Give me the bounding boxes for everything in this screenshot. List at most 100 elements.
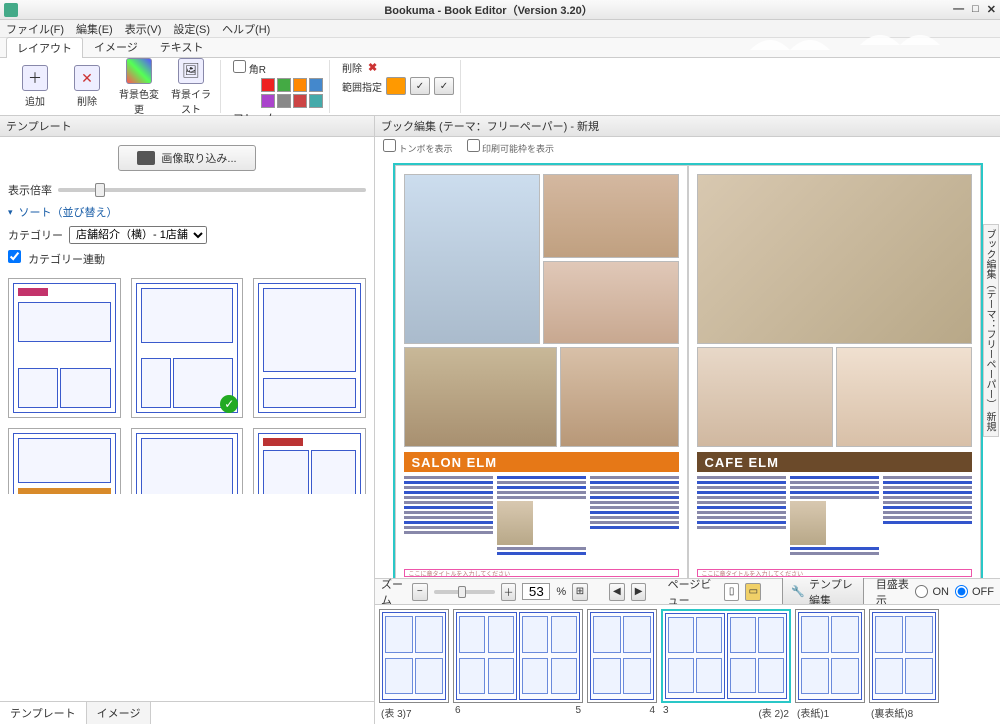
- corner-r-checkbox[interactable]: [233, 60, 246, 73]
- add-button[interactable]: ＋ 追加: [12, 65, 58, 108]
- canvas[interactable]: SALON ELM ここに章: [375, 157, 1000, 578]
- window-title: Bookuma - Book Editor（Version 3.20）: [24, 2, 953, 18]
- swatch[interactable]: [293, 78, 307, 92]
- template-thumb[interactable]: [253, 428, 366, 494]
- filmstrip-item[interactable]: (裏表紙)8: [869, 609, 939, 720]
- photo-placeholder[interactable]: [543, 261, 679, 345]
- delete-icon: ✕: [74, 65, 100, 91]
- swatch[interactable]: [309, 78, 323, 92]
- vertical-tab[interactable]: ブック編集（テーマ：フリーペーパー） 新規: [983, 224, 999, 437]
- page-title-right[interactable]: CAFE ELM: [697, 452, 972, 472]
- photo-placeholder[interactable]: [697, 347, 833, 447]
- bgillust-icon: 🖼: [178, 58, 204, 84]
- page-title-left[interactable]: SALON ELM: [404, 452, 679, 472]
- pageview-spread-button[interactable]: ▭: [745, 583, 761, 601]
- template-thumb[interactable]: [253, 278, 366, 418]
- chevron-down-icon: ▾: [8, 207, 13, 218]
- left-tab-template[interactable]: テンプレート: [0, 702, 87, 724]
- filmstrip-item[interactable]: (表 3)7: [379, 609, 449, 720]
- ribbon-tab-layout[interactable]: レイアウト: [6, 37, 83, 58]
- category-sync-checkbox[interactable]: カテゴリー連動: [8, 250, 105, 267]
- delete-range-icon[interactable]: ✖: [368, 61, 377, 74]
- swatch[interactable]: [277, 94, 291, 108]
- bgcolor-button[interactable]: 背景色変更: [116, 58, 162, 116]
- filmstrip-item[interactable]: 65: [453, 609, 583, 720]
- menu-file[interactable]: ファイル(F): [6, 21, 64, 37]
- swatch[interactable]: [261, 78, 275, 92]
- ribbon-tab-text[interactable]: テキスト: [149, 36, 215, 57]
- template-grid: ✓: [0, 270, 374, 494]
- photo-placeholder[interactable]: [404, 174, 540, 344]
- close-button[interactable]: ✕: [987, 3, 996, 16]
- filmstrip-label: 3(表 2)2: [661, 705, 791, 720]
- range-btn-2[interactable]: ✓: [410, 77, 430, 95]
- filmstrip-item[interactable]: 4: [587, 609, 657, 720]
- photo-placeholder[interactable]: [836, 347, 972, 447]
- add-icon: ＋: [22, 65, 48, 91]
- template-thumb[interactable]: [8, 278, 121, 418]
- grid-label: 目盛表示: [876, 576, 910, 608]
- template-thumb[interactable]: [131, 428, 244, 494]
- photo-placeholder[interactable]: [697, 174, 972, 344]
- prev-page-button[interactable]: ◀: [609, 583, 625, 601]
- text-column[interactable]: [497, 476, 586, 557]
- template-thumb[interactable]: [8, 428, 121, 494]
- range-btn-1[interactable]: [386, 77, 406, 95]
- photo-placeholder[interactable]: [497, 501, 533, 545]
- swatch[interactable]: [293, 94, 307, 108]
- filmstrip-item[interactable]: (表紙)1: [795, 609, 865, 720]
- text-column[interactable]: [404, 476, 493, 557]
- wrench-icon: 🔧: [791, 585, 805, 598]
- page-left[interactable]: SALON ELM ここに章: [395, 165, 688, 578]
- filmstrip: (表 3)7654 3(表 2)2 (表紙)1(裏表紙)8: [375, 604, 1000, 724]
- bgillust-button[interactable]: 🖼 背景イラスト: [168, 58, 214, 116]
- pageview-single-button[interactable]: ▯: [724, 583, 740, 601]
- text-column[interactable]: [790, 476, 879, 557]
- zoom-slider[interactable]: [434, 590, 495, 594]
- fit-button[interactable]: ⊞: [572, 583, 588, 601]
- filmstrip-item[interactable]: 3(表 2)2: [661, 609, 791, 720]
- maximize-button[interactable]: □: [972, 3, 979, 16]
- left-tab-image[interactable]: イメージ: [87, 702, 152, 724]
- sort-toggle[interactable]: ▾ ソート（並び替え）: [0, 201, 374, 223]
- chapter-title-input[interactable]: ここに章タイトルを入力してください: [404, 569, 679, 577]
- chapter-title-input[interactable]: ここに章タイトルを入力してください: [697, 569, 972, 577]
- ribbon: ＋ 追加 ✕ 削除 背景色変更 🖼 背景イラスト 角R: [0, 58, 1000, 116]
- menu-settings[interactable]: 設定(S): [173, 21, 210, 37]
- grid-off-radio[interactable]: OFF: [955, 585, 994, 598]
- zoom-out-button[interactable]: −: [412, 583, 428, 601]
- import-images-button[interactable]: 画像取り込み...: [118, 145, 255, 171]
- delete-button[interactable]: ✕ 削除: [64, 65, 110, 108]
- photo-placeholder[interactable]: [404, 347, 557, 447]
- menu-edit[interactable]: 編集(E): [76, 21, 113, 37]
- template-zoom-slider[interactable]: [58, 188, 366, 192]
- photo-placeholder[interactable]: [790, 501, 826, 545]
- zoom-in-button[interactable]: ＋: [501, 583, 517, 601]
- swatch[interactable]: [261, 94, 275, 108]
- swatch[interactable]: [277, 78, 291, 92]
- text-column[interactable]: [697, 476, 786, 557]
- zoom-value-input[interactable]: [522, 583, 550, 600]
- swatch[interactable]: [309, 94, 323, 108]
- ribbon-tab-image[interactable]: イメージ: [83, 36, 149, 57]
- photo-placeholder[interactable]: [543, 174, 679, 258]
- show-safe-checkbox[interactable]: 印刷可能枠を表示: [467, 139, 555, 155]
- show-trim-checkbox[interactable]: トンボを表示: [383, 139, 453, 155]
- menu-help[interactable]: ヘルプ(H): [222, 21, 270, 37]
- grid-on-radio[interactable]: ON: [915, 585, 949, 598]
- next-page-button[interactable]: ▶: [631, 583, 647, 601]
- text-column[interactable]: [590, 476, 679, 557]
- menu-view[interactable]: 表示(V): [125, 21, 162, 37]
- spread[interactable]: SALON ELM ここに章: [393, 163, 983, 578]
- photo-placeholder[interactable]: [560, 347, 679, 447]
- editor-area: ブック編集 (テーマ：フリーペーパー) - 新規 トンボを表示 印刷可能枠を表示: [375, 116, 1000, 724]
- template-panel-header: テンプレート: [0, 116, 374, 137]
- minimize-button[interactable]: —: [953, 3, 964, 16]
- category-select[interactable]: 店舗紹介（横）- 1店舗: [69, 226, 207, 244]
- template-thumb[interactable]: ✓: [131, 278, 244, 418]
- app-icon: [4, 3, 18, 17]
- range-btn-3[interactable]: ✓: [434, 77, 454, 95]
- category-label: カテゴリー: [8, 227, 63, 243]
- page-right[interactable]: CAFE ELM ここに章タ: [688, 165, 981, 578]
- text-column[interactable]: [883, 476, 972, 557]
